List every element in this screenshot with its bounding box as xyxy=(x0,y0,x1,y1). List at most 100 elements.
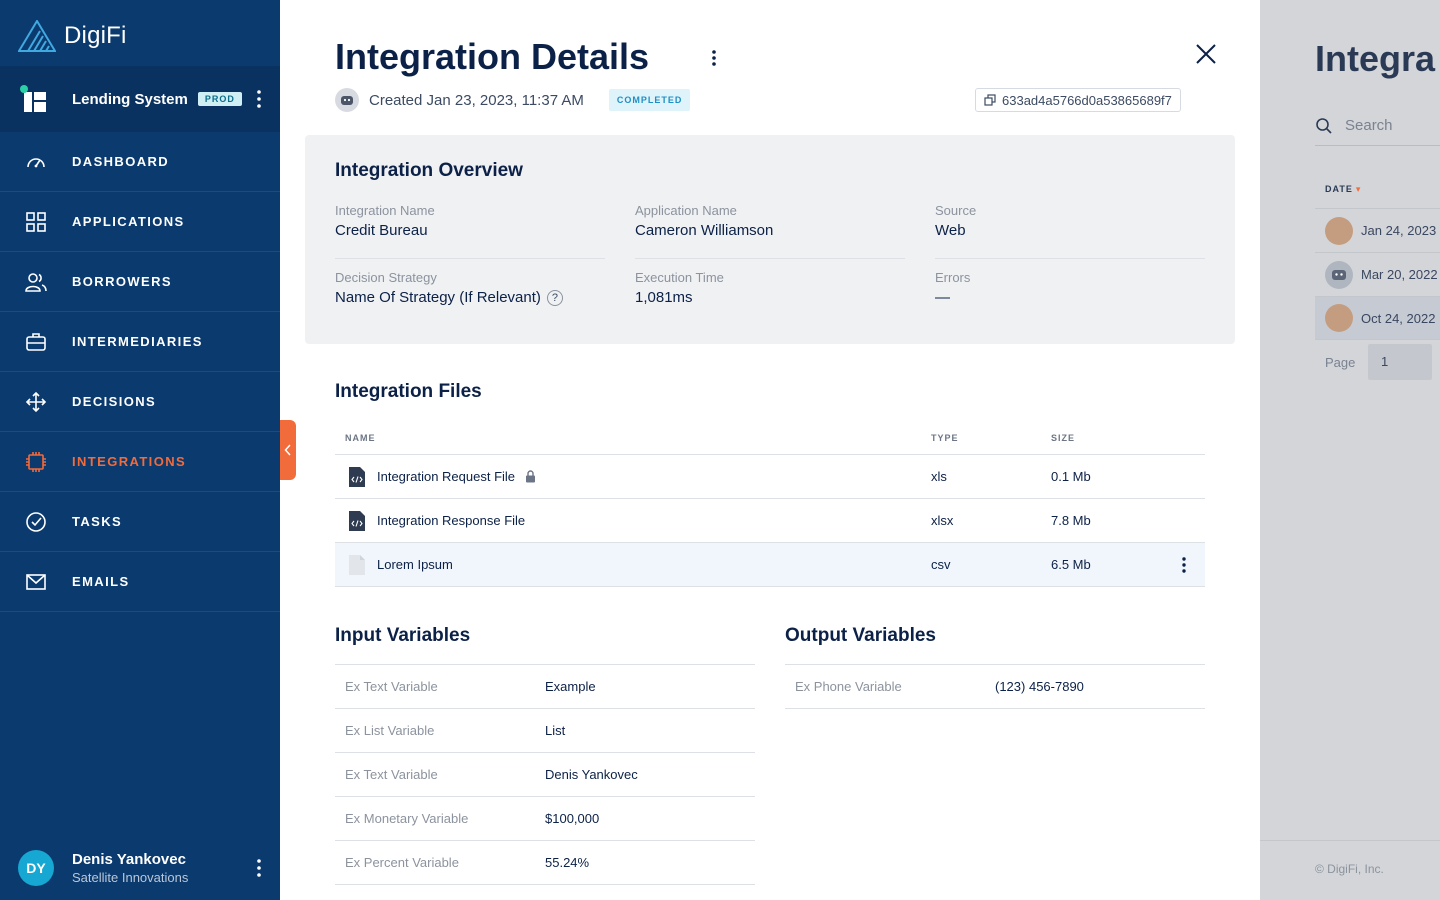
user-name: Denis Yankovec xyxy=(72,851,186,868)
pagination-label: Page xyxy=(1325,355,1356,370)
table-row[interactable]: Integration Response File xlsx 7.8 Mb xyxy=(335,499,1205,543)
robot-icon xyxy=(1325,260,1353,289)
nav-label: APPLICATIONS xyxy=(72,214,185,229)
date-column-header: DATE ▾ xyxy=(1325,184,1362,194)
code-file-icon xyxy=(349,466,365,487)
file-type: xlsx xyxy=(931,513,954,528)
file-size: 6.5 Mb xyxy=(1051,557,1091,572)
nav-label: BORROWERS xyxy=(72,274,172,289)
nav-label: TASKS xyxy=(72,514,123,529)
system-name: Lending System xyxy=(72,90,188,108)
section-heading: Integration Files xyxy=(335,381,482,402)
variable-row: Ex Percent Variable 55.24% xyxy=(335,841,755,885)
dashboard-icon xyxy=(25,151,47,173)
logo[interactable]: DigiFi xyxy=(18,20,127,52)
background-row: Jan 24, 2023 xyxy=(1315,208,1440,252)
files-table: NAME TYPE SIZE Integration Request File … xyxy=(335,422,1205,587)
background-row: Mar 20, 2022 xyxy=(1315,252,1440,296)
nav-item-integrations[interactable]: INTEGRATIONS xyxy=(0,432,280,492)
decisions-icon xyxy=(25,391,47,413)
copy-id-button[interactable]: 633ad4a5766d0a53865689f7 xyxy=(975,88,1181,112)
nav-item-borrowers[interactable]: BORROWERS xyxy=(0,252,280,312)
background-row: Oct 24, 2022 xyxy=(1315,296,1440,340)
background-search: Search xyxy=(1315,106,1440,146)
overview-field-execution-time: Execution Time 1,081ms xyxy=(635,270,724,306)
variable-row: Ex Text Variable Denis Yankovec xyxy=(335,753,755,797)
applications-icon xyxy=(25,211,47,233)
nav-label: INTERMEDIARIES xyxy=(72,334,203,349)
table-header: NAME TYPE SIZE xyxy=(335,422,1205,455)
section-heading: Input Variables xyxy=(335,625,471,646)
background-title: Integra xyxy=(1315,38,1436,79)
overview-field-decision-strategy: Decision Strategy Name Of Strategy (If R… xyxy=(335,270,605,306)
overview-field-errors: Errors — xyxy=(935,270,971,306)
file-name: Lorem Ipsum xyxy=(377,557,453,572)
nav-item-dashboard[interactable]: DASHBOARD xyxy=(0,132,280,192)
divider xyxy=(1260,840,1440,841)
file-type: csv xyxy=(931,557,951,572)
user-profile[interactable]: DY Denis Yankovec Satellite Innovations xyxy=(18,848,280,888)
nav-item-tasks[interactable]: TASKS xyxy=(0,492,280,552)
search-placeholder: Search xyxy=(1345,117,1393,134)
nav-label: EMAILS xyxy=(72,574,130,589)
sidebar-collapse-button[interactable] xyxy=(280,420,296,480)
help-icon[interactable]: ? xyxy=(546,289,563,306)
tasks-icon xyxy=(25,511,47,533)
emails-icon xyxy=(25,571,47,593)
table-row[interactable]: Lorem Ipsum csv 6.5 Mb xyxy=(335,543,1205,587)
sort-caret-icon: ▾ xyxy=(1355,184,1362,194)
input-variables-table: Ex Text Variable Example Ex List Variable… xyxy=(335,664,755,885)
page-title: Integration Details xyxy=(335,36,650,77)
digifi-logo-icon xyxy=(18,20,56,52)
overview-field-integration-name: Integration Name Credit Bureau xyxy=(335,203,605,259)
file-size: 7.8 Mb xyxy=(1051,513,1091,528)
more-vertical-icon[interactable] xyxy=(1181,556,1187,574)
overview-field-source: Source Web xyxy=(935,203,1205,259)
details-meta: Created Jan 23, 2023, 11:37 AM COMPLETED xyxy=(335,88,691,112)
variable-row: Ex Monetary Variable $100,000 xyxy=(335,797,755,841)
brand-name: DigiFi xyxy=(64,22,127,49)
footer-copyright: © DigiFi, Inc. xyxy=(1315,862,1384,876)
more-vertical-icon[interactable] xyxy=(252,88,266,110)
avatar: DY xyxy=(18,850,54,886)
file-type: xls xyxy=(931,469,947,484)
section-heading: Output Variables xyxy=(785,625,936,646)
intermediaries-icon xyxy=(25,331,47,353)
system-switcher[interactable]: Lending System PROD xyxy=(0,66,280,132)
search-icon xyxy=(1316,117,1332,134)
code-file-icon xyxy=(349,510,365,531)
nav-item-intermediaries[interactable]: INTERMEDIARIES xyxy=(0,312,280,372)
sidebar: DigiFi Lending System PROD DASHBOARD APP… xyxy=(0,0,280,900)
robot-icon xyxy=(335,88,359,112)
overview-field-application-name: Application Name Cameron Williamson xyxy=(635,203,905,259)
more-vertical-icon[interactable] xyxy=(252,857,266,879)
nav-item-decisions[interactable]: DECISIONS xyxy=(0,372,280,432)
pagination-input: 1 xyxy=(1368,344,1432,380)
variable-row: Ex List Variable List xyxy=(335,709,755,753)
output-variables-table: Ex Phone Variable (123) 456-7890 xyxy=(785,664,1205,709)
nav-item-emails[interactable]: EMAILS xyxy=(0,552,280,612)
main-nav: DASHBOARD APPLICATIONS BORROWERS INTERME… xyxy=(0,132,280,612)
nav-item-applications[interactable]: APPLICATIONS xyxy=(0,192,280,252)
section-heading: Integration Overview xyxy=(335,160,523,181)
more-vertical-icon[interactable] xyxy=(708,48,720,70)
avatar xyxy=(1325,216,1353,245)
file-size: 0.1 Mb xyxy=(1051,469,1091,484)
integrations-icon xyxy=(25,451,47,473)
table-row[interactable]: Integration Request File xls 0.1 Mb xyxy=(335,455,1205,499)
copy-icon xyxy=(984,94,996,106)
close-icon[interactable] xyxy=(1194,42,1218,66)
integration-id: 633ad4a5766d0a53865689f7 xyxy=(1002,92,1172,108)
variable-row: Ex Text Variable Example xyxy=(335,665,755,709)
created-date: Created Jan 23, 2023, 11:37 AM xyxy=(369,91,584,109)
env-badge: PROD xyxy=(197,92,242,106)
system-icon xyxy=(20,84,50,114)
chevron-left-icon xyxy=(284,444,291,456)
nav-label: INTEGRATIONS xyxy=(72,454,187,469)
blank-file-icon xyxy=(349,554,365,575)
user-org: Satellite Innovations xyxy=(72,870,189,885)
variable-row: Ex Phone Variable (123) 456-7890 xyxy=(785,665,1205,709)
integration-overview: Integration Overview Integration Name Cr… xyxy=(305,135,1235,344)
status-badge: COMPLETED xyxy=(608,89,691,111)
background-page: Integra Search DATE ▾ Jan 24, 2023 Mar 20… xyxy=(1260,0,1440,900)
